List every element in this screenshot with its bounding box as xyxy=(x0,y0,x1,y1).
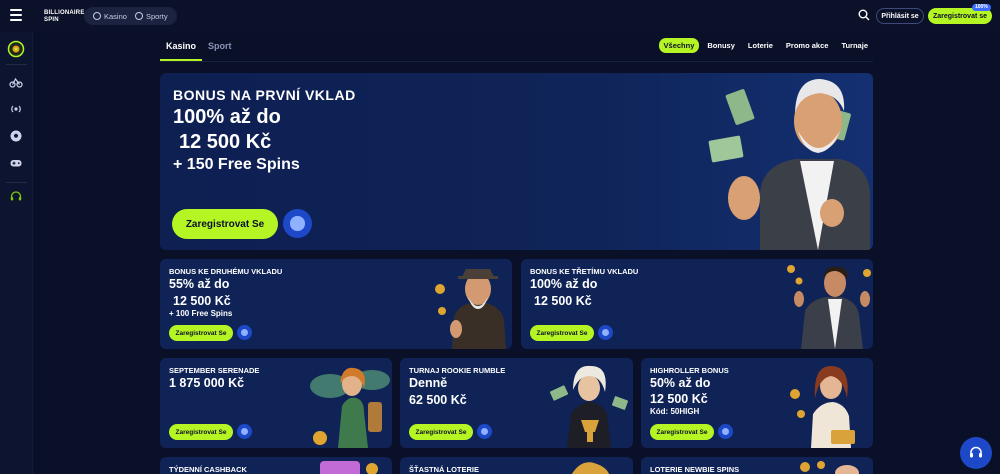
logo-text-2: SPIN xyxy=(44,17,59,23)
switch-sporty[interactable]: Sporty xyxy=(131,12,172,21)
card-kicker: TÝDENNÍ CASHBACK xyxy=(169,465,247,474)
card-info-icon[interactable] xyxy=(237,424,252,439)
promo-card[interactable]: TURNAJ ROOKIE RUMBLE Denně 62 500 Kč Zar… xyxy=(400,358,633,448)
card-line-2: 12 500 Kč xyxy=(650,392,708,406)
card-kicker: HIGHROLLER BONUS xyxy=(650,366,729,375)
support-agent-icon[interactable] xyxy=(9,190,23,204)
soccer-ball-icon[interactable] xyxy=(9,129,23,143)
card-kicker: BONUS KE DRUHÉMU VKLADU xyxy=(169,267,283,276)
card-register-button[interactable]: Zaregistrovat Se xyxy=(530,325,594,341)
card-kicker: LOTERIE NEWBIE SPINS xyxy=(650,465,740,474)
cashback-illustration xyxy=(320,461,378,474)
card-kicker: BONUS KE TŘETÍMU VKLADU xyxy=(530,267,639,276)
fairy-illustration xyxy=(310,367,390,448)
card-info-icon[interactable] xyxy=(718,424,733,439)
hero-register-button[interactable]: Zaregistrovat Se xyxy=(172,209,278,239)
logo[interactable]: BILLIONAIRE SPIN xyxy=(41,7,84,27)
gentleman-illustration xyxy=(435,269,506,349)
slot-icon xyxy=(93,12,101,20)
promo-card[interactable]: BONUS KE TŘETÍMU VKLADU 100% až do 12 50… xyxy=(521,259,873,349)
filter-vsechny[interactable]: Všechny xyxy=(658,38,700,53)
promo-card[interactable]: SEPTEMBER SERENADE 1 875 000 Kč Zaregist… xyxy=(160,358,392,448)
product-tabs: Kasino Sport xyxy=(160,33,238,61)
card-kicker: SEPTEMBER SERENADE xyxy=(169,366,260,375)
hero-line-3: + 150 Free Spins xyxy=(173,156,300,173)
card-line-2: 12 500 Kč xyxy=(534,294,592,308)
support-chat-button[interactable] xyxy=(960,437,992,469)
filter-bonusy[interactable]: Bonusy xyxy=(702,38,740,53)
search-icon[interactable] xyxy=(858,9,870,21)
card-kicker: ŠŤASTNÁ LOTERIE xyxy=(409,465,480,474)
hero-kicker: BONUS NA PRVNÍ VKLAD xyxy=(173,87,356,103)
gamepad-icon[interactable] xyxy=(9,156,23,170)
switch-kasino[interactable]: Kasino xyxy=(89,12,131,21)
card-register-button[interactable]: Zaregistrovat Se xyxy=(169,424,233,440)
top-bar: BILLIONAIRE SPIN Kasino Sporty Přihlásit… xyxy=(0,0,1000,32)
card-line-2: 12 500 Kč xyxy=(173,294,231,308)
filter-loterie[interactable]: Loterie xyxy=(743,38,778,53)
card-line-1: 1 875 000 Kč xyxy=(169,376,245,390)
filter-turnaje[interactable]: Turnaje xyxy=(836,38,873,53)
product-switcher: Kasino Sporty xyxy=(84,7,177,25)
hero-line-1: 100% až do xyxy=(173,106,281,128)
switch-sporty-label: Sporty xyxy=(145,11,168,21)
card-register-button[interactable]: Zaregistrovat Se xyxy=(169,325,233,341)
hamburger-menu-icon[interactable] xyxy=(10,9,22,21)
filter-promo-akce[interactable]: Promo akce xyxy=(781,38,834,53)
lottery-illustration xyxy=(571,462,610,474)
sidebar-divider xyxy=(6,182,27,183)
hero-info-icon[interactable] xyxy=(283,209,312,238)
card-line-2: 62 500 Kč xyxy=(409,393,467,407)
card-line-3: Kód: 50HIGH xyxy=(650,407,700,416)
hero-line-2: 12 500 Kč xyxy=(179,131,272,153)
newbie-spins-illustration xyxy=(800,461,859,474)
highroller-lady-illustration xyxy=(790,366,855,448)
headset-icon xyxy=(970,446,982,458)
tabs-divider xyxy=(160,61,873,62)
sidebar-divider xyxy=(6,64,27,65)
card-line-1: Denně xyxy=(409,376,448,390)
promo-card[interactable]: TÝDENNÍ CASHBACK xyxy=(160,457,392,474)
card-info-icon[interactable] xyxy=(598,325,613,340)
card-line-1: 55% až do xyxy=(169,277,230,291)
promo-card[interactable]: ŠŤASTNÁ LOTERIE xyxy=(400,457,633,474)
trophy-lady-illustration xyxy=(549,365,629,448)
live-icon[interactable] xyxy=(9,102,23,116)
card-info-icon[interactable] xyxy=(477,424,492,439)
card-line-1: 100% až do xyxy=(530,277,598,291)
tab-sport[interactable]: Sport xyxy=(202,33,238,61)
promo-card[interactable]: LOTERIE NEWBIE SPINS xyxy=(641,457,873,474)
card-info-icon[interactable] xyxy=(237,325,252,340)
card-line-1: 50% až do xyxy=(650,376,711,390)
ball-icon xyxy=(134,12,143,20)
switch-kasino-label: Kasino xyxy=(104,11,127,21)
card-line-3: + 100 Free Spins xyxy=(169,309,233,318)
card-kicker: TURNAJ ROOKIE RUMBLE xyxy=(409,366,506,375)
hero-promo-card[interactable]: BONUS NA PRVNÍ VKLAD 100% až do 12 500 K… xyxy=(160,73,873,250)
bike-icon[interactable] xyxy=(9,75,23,89)
card-register-button[interactable]: Zaregistrovat Se xyxy=(409,424,473,440)
promo-card[interactable]: HIGHROLLER BONUS 50% až do 12 500 Kč Kód… xyxy=(641,358,873,448)
hero-character-illustration xyxy=(708,79,870,250)
sidebar xyxy=(0,32,33,474)
casino-wheel-icon[interactable] xyxy=(7,40,25,58)
tab-kasino[interactable]: Kasino xyxy=(160,33,203,61)
logo-text-1: BILLIONAIRE xyxy=(44,10,85,16)
promo-card[interactable]: BONUS KE DRUHÉMU VKLADU 55% až do 12 500… xyxy=(160,259,512,349)
login-button[interactable]: Přihlásit se xyxy=(876,8,924,24)
promo-filters: Všechny Bonusy Loterie Promo akce Turnaj… xyxy=(656,38,873,53)
bonus-badge: 100% xyxy=(972,4,991,11)
card-register-button[interactable]: Zaregistrovat Se xyxy=(650,424,714,440)
businessman-illustration xyxy=(787,265,871,349)
